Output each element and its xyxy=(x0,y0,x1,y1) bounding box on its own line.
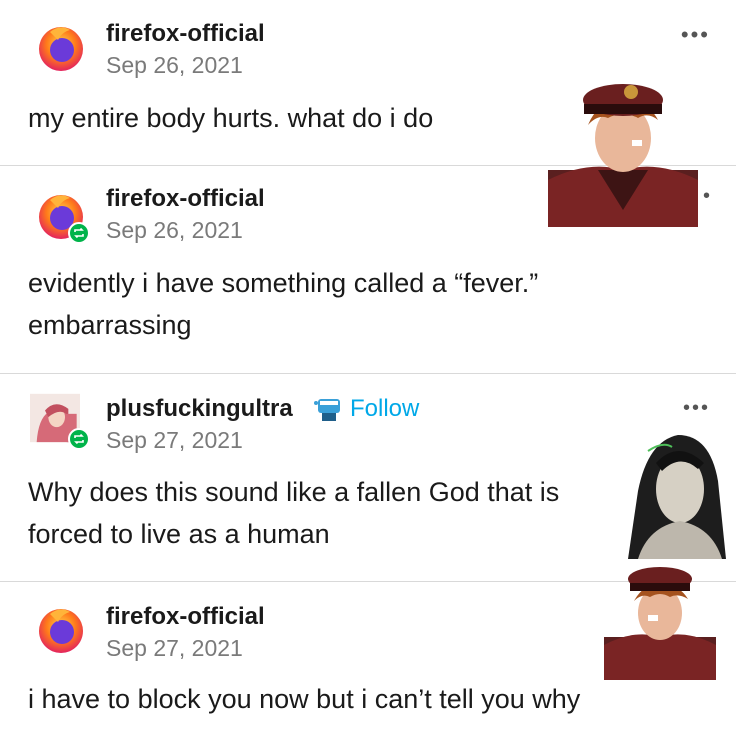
post-date: Sep 27, 2021 xyxy=(106,427,243,453)
reblog-icon xyxy=(68,428,90,450)
post-text: Why does this sound like a fallen God th… xyxy=(28,477,560,549)
post-date: Sep 26, 2021 xyxy=(106,52,243,78)
post-text: evidently i have something called a “fev… xyxy=(28,268,539,340)
follow-button[interactable]: Follow xyxy=(350,395,419,423)
reblog-icon xyxy=(68,222,90,244)
firefox-icon xyxy=(39,609,83,653)
post-username[interactable]: plusfuckingultra xyxy=(106,395,293,423)
more-options-icon[interactable]: ••• xyxy=(681,22,710,48)
post-4: firefox-official Sep 27, 2021 i have to … xyxy=(0,567,736,745)
post-username[interactable]: firefox-official xyxy=(106,603,265,631)
firefox-avatar[interactable] xyxy=(36,604,86,654)
post-username[interactable]: firefox-official xyxy=(106,20,265,48)
post-3: plusfuckingultra Follow Sep 27, 2021 Why… xyxy=(0,373,736,581)
character-sticker-image xyxy=(548,70,698,227)
character-sticker-image xyxy=(604,559,716,680)
more-options-icon[interactable]: ••• xyxy=(683,397,710,420)
firefox-avatar[interactable] xyxy=(36,22,86,72)
community-label-icon xyxy=(312,395,344,423)
post-date: Sep 26, 2021 xyxy=(106,217,243,243)
post-date: Sep 27, 2021 xyxy=(106,635,243,661)
post-username[interactable]: firefox-official xyxy=(106,185,265,213)
post-text: i have to block you now but i can’t tell… xyxy=(28,684,581,714)
firefox-icon xyxy=(39,27,83,71)
post-2: firefox-official Sep 26, 2021 evidently … xyxy=(0,84,736,373)
more-options-icon[interactable]: • xyxy=(703,185,712,208)
character-sticker-image xyxy=(618,411,730,559)
